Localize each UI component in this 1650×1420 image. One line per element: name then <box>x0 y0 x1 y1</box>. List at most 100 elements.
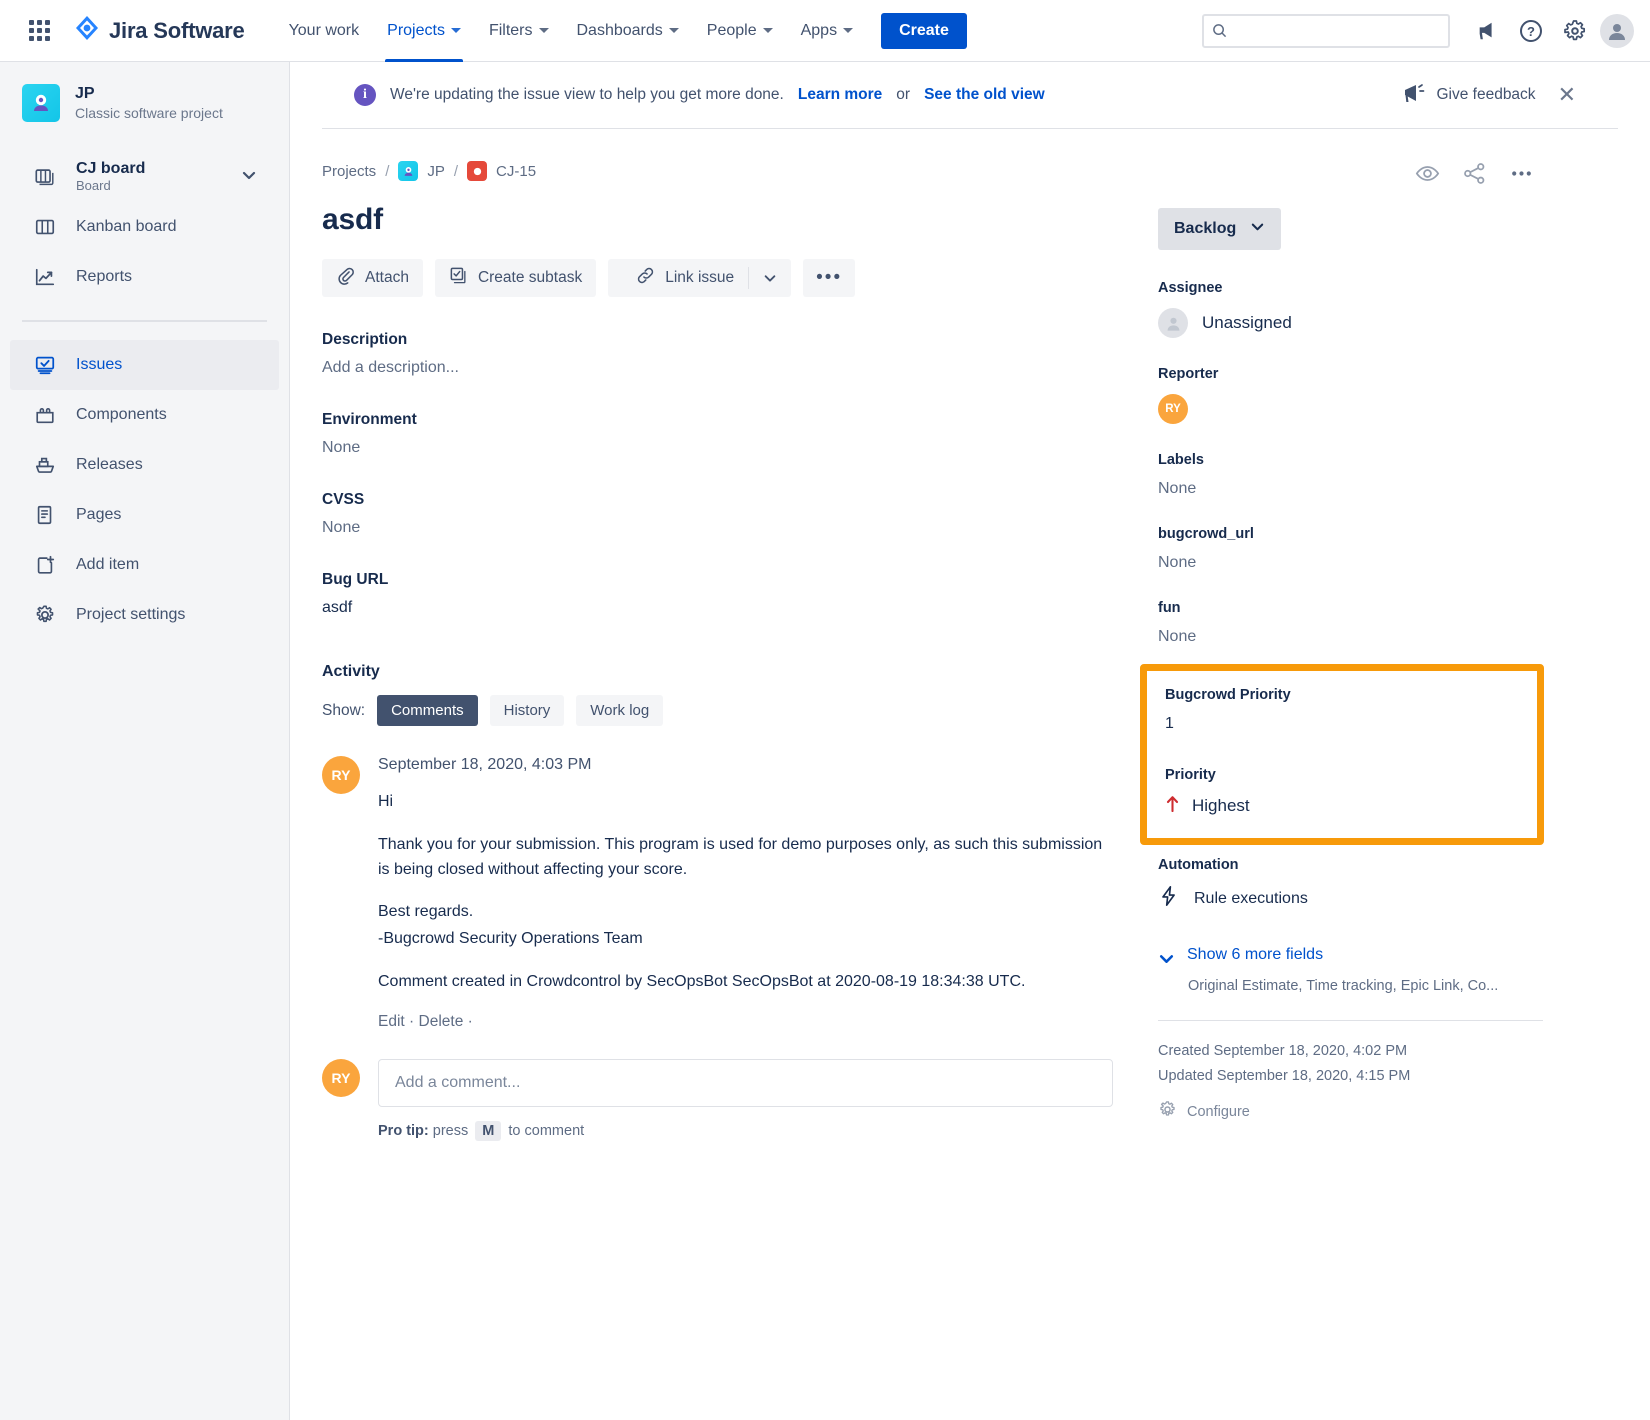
nav-your-work[interactable]: Your work <box>275 0 374 62</box>
chevron-down-icon <box>762 28 773 33</box>
field-value[interactable]: Add a description... <box>322 359 1122 377</box>
chevron-down-icon <box>1158 950 1175 972</box>
field-value[interactable]: 1 <box>1165 715 1519 733</box>
protip-bold: Pro tip: <box>378 1122 429 1139</box>
field-bugcrowd-url: bugcrowd_url None <box>1158 526 1540 572</box>
protip-keycap: M <box>475 1120 502 1141</box>
tab-comments[interactable]: Comments <box>377 695 478 726</box>
rule-executions-link[interactable]: Rule executions <box>1158 885 1540 912</box>
create-subtask-label: Create subtask <box>477 269 583 286</box>
configure-button[interactable]: Configure <box>1158 1100 1540 1123</box>
sidebar-item-sublabel: Board <box>76 178 111 194</box>
activity-heading: Activity <box>322 663 380 680</box>
watch-eye-icon[interactable] <box>1415 161 1440 186</box>
more-actions-icon[interactable] <box>1509 161 1534 186</box>
field-value[interactable]: None <box>1158 480 1540 498</box>
field-automation: Automation Rule executions <box>1158 857 1540 912</box>
project-key-label: JP <box>75 85 95 102</box>
profile-avatar-icon[interactable] <box>1600 13 1634 48</box>
sidebar-item-components[interactable]: Components <box>10 390 279 440</box>
field-assignee: Assignee Unassigned <box>1158 280 1540 338</box>
field-value[interactable]: None <box>1158 554 1540 572</box>
field-value[interactable]: None <box>322 439 1122 457</box>
sidebar-item-cj-board[interactable]: CJ board Board <box>10 152 279 202</box>
sidebar-item-kanban-board[interactable]: Kanban board <box>10 202 279 252</box>
comment-delete-link[interactable]: Delete <box>419 1013 464 1030</box>
sidebar-item-pages[interactable]: Pages <box>10 490 279 540</box>
close-icon[interactable]: ✕ <box>1552 80 1582 110</box>
jira-diamond-icon <box>74 15 100 46</box>
nav-projects[interactable]: Projects <box>373 0 475 62</box>
sidebar-item-add-item[interactable]: Add item <box>10 540 279 590</box>
pages-doc-icon <box>32 504 58 526</box>
avatar[interactable]: RY <box>322 756 360 794</box>
lightning-bolt-icon <box>1158 885 1180 912</box>
project-type-label: Classic software project <box>75 105 223 121</box>
dot-separator: · <box>467 1012 473 1030</box>
comment-actions: Edit · Delete · <box>378 1013 1122 1031</box>
breadcrumb-projects[interactable]: Projects <box>322 163 376 180</box>
banner-or: or <box>896 86 911 103</box>
page-title[interactable]: asdf <box>322 203 1122 237</box>
field-labels: Labels None <box>1158 452 1540 498</box>
nav-filters[interactable]: Filters <box>475 0 563 62</box>
sidebar-item-label: Kanban board <box>76 218 177 236</box>
create-subtask-button[interactable]: Create subtask <box>434 259 597 297</box>
field-value[interactable]: None <box>322 519 1122 537</box>
sidebar-item-label: CJ board <box>76 160 146 178</box>
sidebar-item-project-settings[interactable]: Project settings <box>10 590 279 640</box>
learn-more-link[interactable]: Learn more <box>798 86 882 104</box>
give-feedback-button[interactable]: Give feedback <box>1402 82 1536 109</box>
notifications-icon[interactable] <box>1468 12 1506 50</box>
global-search-box[interactable] <box>1202 13 1450 48</box>
search-input[interactable] <box>1233 22 1440 39</box>
sidebar-item-releases[interactable]: Releases <box>10 440 279 490</box>
chevron-down-icon <box>538 28 549 33</box>
jira-logo-home-link[interactable]: Jira Software <box>74 15 245 46</box>
assignee-value[interactable]: Unassigned <box>1158 308 1540 338</box>
comment-paragraph: Comment created in Crowdcontrol by SecOp… <box>378 972 1026 990</box>
field-label: Priority <box>1165 767 1216 783</box>
protip-post: to comment <box>508 1122 585 1139</box>
sidebar-item-reports[interactable]: Reports <box>10 252 279 302</box>
share-icon[interactable] <box>1462 161 1487 186</box>
settings-gear-icon[interactable] <box>1556 12 1594 50</box>
field-label: Bugcrowd Priority <box>1165 687 1291 703</box>
breadcrumb-issue-key[interactable]: CJ-15 <box>496 163 536 180</box>
field-value[interactable]: None <box>1158 628 1540 646</box>
sidebar-item-label: Issues <box>76 356 123 374</box>
status-badge[interactable]: Backlog <box>1158 208 1282 250</box>
sidebar-item-label: Pages <box>76 506 122 524</box>
link-issue-label: Link issue <box>665 269 735 286</box>
issue-top-icons <box>1158 161 1540 186</box>
chevron-down-icon <box>1250 219 1265 239</box>
tab-history[interactable]: History <box>489 695 565 726</box>
tab-work-log[interactable]: Work log <box>576 695 664 726</box>
comment-paragraph: Best regards. <box>378 903 474 921</box>
nav-dashboards[interactable]: Dashboards <box>563 0 693 62</box>
nav-apps[interactable]: Apps <box>787 0 867 62</box>
grid-apps-icon[interactable] <box>22 14 56 48</box>
priority-value[interactable]: Highest <box>1165 795 1519 816</box>
chevron-down-icon[interactable] <box>241 167 257 188</box>
show-more-fields[interactable]: Show 6 more fields <box>1158 946 1540 972</box>
project-sidebar: JP Classic software project CJ board Boa… <box>0 62 290 1420</box>
more-actions-button[interactable]: ••• <box>803 259 856 297</box>
create-button[interactable]: Create <box>881 12 967 49</box>
chevron-down-icon[interactable] <box>749 271 791 285</box>
see-old-view-link[interactable]: See the old view <box>924 86 1045 104</box>
sidebar-project-header[interactable]: JP Classic software project <box>0 84 289 123</box>
attach-button[interactable]: Attach <box>322 259 423 297</box>
show-label: Show: <box>322 701 366 719</box>
help-icon[interactable]: ? <box>1512 12 1550 50</box>
avatar[interactable]: RY <box>322 1058 360 1097</box>
field-value[interactable]: asdf <box>322 599 1122 617</box>
sidebar-item-issues[interactable]: Issues <box>10 340 279 391</box>
comment-edit-link[interactable]: Edit <box>378 1013 405 1030</box>
nav-people[interactable]: People <box>693 0 787 62</box>
avatar[interactable]: RY <box>1158 394 1188 424</box>
link-issue-button[interactable]: Link issue <box>608 259 792 297</box>
add-comment-input[interactable]: Add a comment... <box>378 1058 1113 1107</box>
breadcrumb-project-key[interactable]: JP <box>427 163 445 180</box>
field-bug-url: Bug URL asdf <box>322 571 1122 617</box>
